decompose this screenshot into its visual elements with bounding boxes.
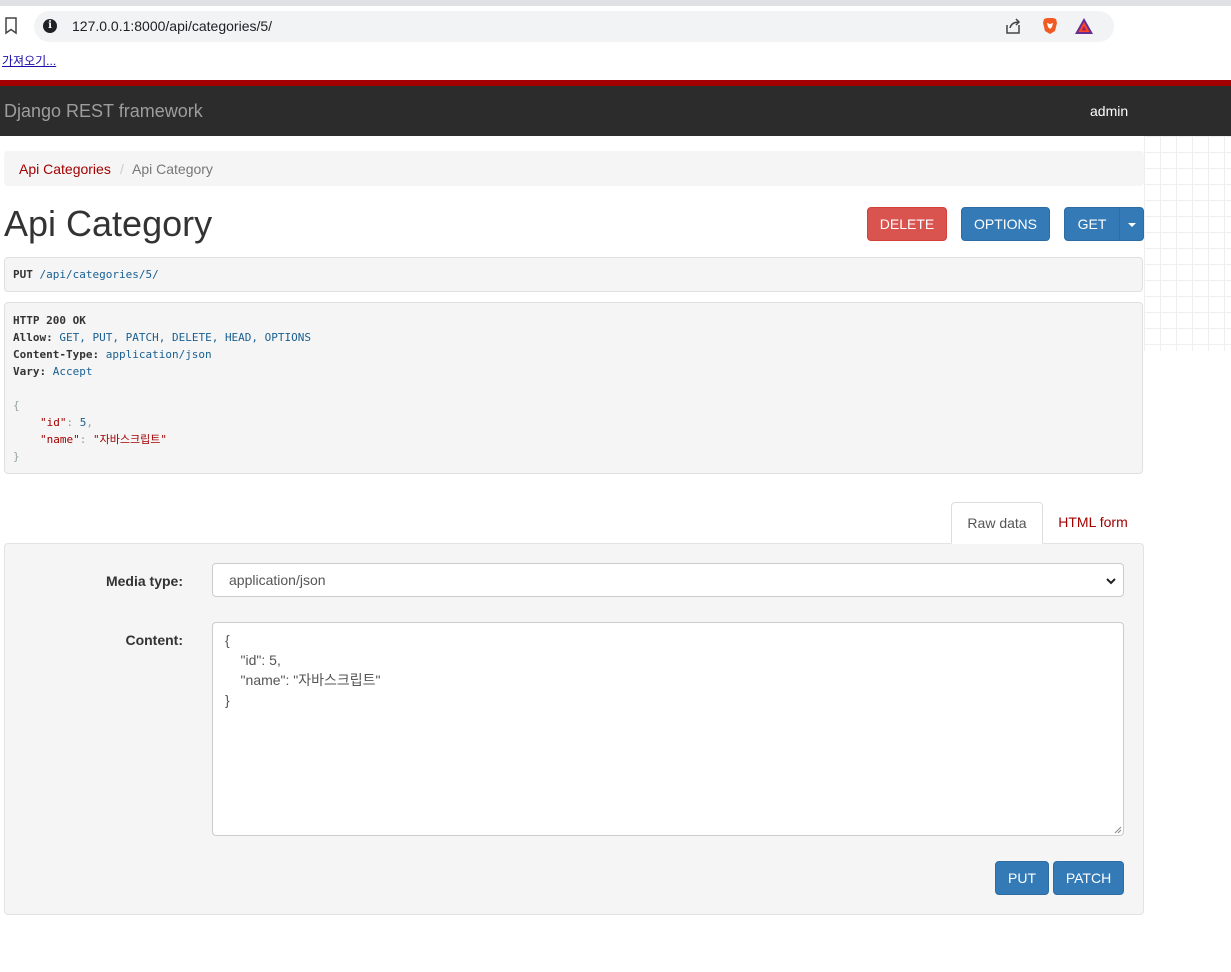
tab-html-form[interactable]: HTML form bbox=[1043, 502, 1143, 544]
request-info: PUT /api/categories/5/ bbox=[4, 257, 1143, 292]
url-text[interactable]: 127.0.0.1:8000/api/categories/5/ bbox=[72, 18, 272, 34]
site-info-icon[interactable]: i bbox=[43, 19, 57, 33]
brave-shield-icon[interactable] bbox=[1040, 16, 1060, 36]
request-line: PUT /api/categories/5/ bbox=[13, 268, 159, 281]
breadcrumb-item-api-category: Api Category bbox=[132, 161, 213, 177]
content-label: Content: bbox=[125, 632, 183, 648]
patch-button[interactable]: PATCH bbox=[1053, 861, 1124, 895]
caret-down-icon bbox=[1128, 223, 1136, 227]
content-line: { bbox=[225, 632, 230, 648]
tab-raw-data[interactable]: Raw data bbox=[951, 502, 1043, 544]
media-type-select[interactable]: application/json bbox=[212, 563, 1124, 597]
navbar: Django REST framework admin bbox=[0, 86, 1231, 136]
response-field-id: "id": 5, bbox=[40, 416, 93, 429]
response-body-close: } bbox=[13, 450, 20, 463]
content-line: "name": "자바스크립트" bbox=[225, 672, 381, 688]
grid-background bbox=[1144, 136, 1231, 351]
options-button[interactable]: OPTIONS bbox=[961, 207, 1050, 241]
request-path: /api/categories/5/ bbox=[39, 268, 159, 281]
user-menu[interactable]: admin bbox=[1090, 103, 1128, 119]
chevron-down-icon bbox=[1106, 578, 1116, 585]
response-field-name: "name": "자바스크립트" bbox=[40, 433, 167, 446]
media-type-label: Media type: bbox=[105, 573, 183, 589]
content-line: } bbox=[225, 692, 230, 708]
get-button[interactable]: GET bbox=[1064, 207, 1120, 241]
response-header-vary: Vary: Accept bbox=[13, 365, 93, 378]
media-type-value: application/json bbox=[229, 572, 326, 588]
share-icon[interactable] bbox=[1004, 17, 1022, 35]
breadcrumb-separator: / bbox=[120, 161, 124, 177]
get-format-dropdown-button[interactable] bbox=[1119, 207, 1144, 241]
response-info: HTTP 200 OK Allow: GET, PUT, PATCH, DELE… bbox=[4, 302, 1143, 474]
response-header-content-type: Content-Type: application/json bbox=[13, 348, 212, 361]
address-bar[interactable]: i 127.0.0.1:8000/api/categories/5/ bbox=[34, 11, 1114, 42]
content-line: "id": 5, bbox=[225, 652, 281, 668]
navbar-brand[interactable]: Django REST framework bbox=[4, 101, 203, 122]
response-status: HTTP 200 OK bbox=[13, 314, 86, 327]
response-body-open: { bbox=[13, 399, 20, 412]
page-title: Api Category bbox=[4, 203, 213, 244]
put-button[interactable]: PUT bbox=[995, 861, 1049, 895]
import-bookmarks-link[interactable]: 가져오기... bbox=[2, 52, 56, 69]
browser-top-strip bbox=[0, 0, 1231, 6]
delete-button[interactable]: DELETE bbox=[867, 207, 947, 241]
request-method: PUT bbox=[13, 268, 33, 281]
brave-rewards-icon[interactable] bbox=[1074, 17, 1094, 35]
breadcrumb-item-api-categories[interactable]: Api Categories bbox=[19, 161, 111, 177]
content-textarea[interactable]: { "id": 5, "name": "자바스크립트" } bbox=[212, 622, 1124, 836]
breadcrumb: Api Categories / Api Category bbox=[4, 151, 1144, 186]
response-header-allow: Allow: GET, PUT, PATCH, DELETE, HEAD, OP… bbox=[13, 331, 312, 344]
bookmark-icon[interactable] bbox=[4, 17, 18, 35]
raw-data-form: Media type: application/json Content: { … bbox=[4, 543, 1144, 915]
resize-grip-icon[interactable] bbox=[1112, 824, 1122, 834]
